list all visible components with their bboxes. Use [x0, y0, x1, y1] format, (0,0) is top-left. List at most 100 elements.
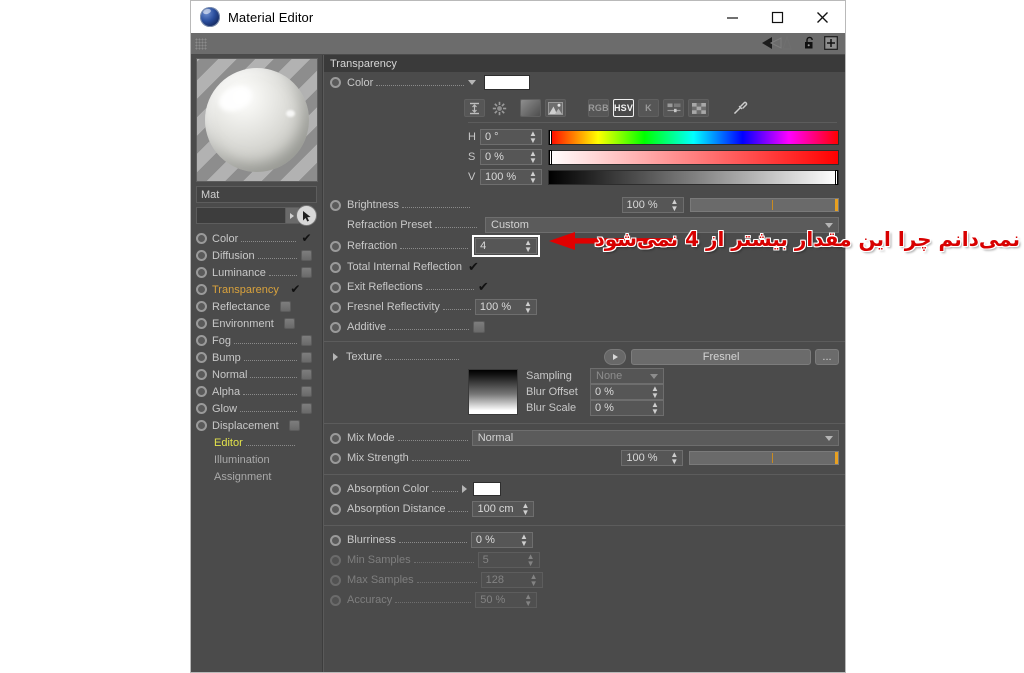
texture-arrow-button[interactable]	[604, 348, 627, 365]
stepper-icon[interactable]: ▲ ▼	[522, 239, 536, 254]
material-path-field[interactable]	[196, 207, 286, 224]
page-editor[interactable]: Editor	[191, 434, 322, 451]
channel-radio-icon[interactable]	[196, 352, 207, 363]
stepper-icon[interactable]: ▲ ▼	[527, 170, 541, 185]
page-illumination[interactable]: Illumination	[191, 451, 322, 468]
color-swatch[interactable]	[484, 75, 531, 90]
channel-radio-icon[interactable]	[196, 233, 207, 244]
channel-fog[interactable]: Fog	[191, 332, 322, 349]
channel-radio-icon[interactable]	[196, 284, 207, 295]
saturation-input[interactable]: 0 % ▲ ▼	[480, 149, 542, 165]
channel-environment[interactable]: Environment	[191, 315, 322, 332]
refraction-input[interactable]: 4 ▲ ▼	[475, 238, 538, 254]
animate-radio-icon[interactable]	[330, 261, 341, 273]
stepper-icon[interactable]: ▲ ▼	[669, 198, 683, 213]
channel-color[interactable]: Color ✔	[191, 230, 322, 247]
animate-radio-icon[interactable]	[330, 432, 341, 444]
slider-handle[interactable]	[835, 199, 839, 211]
pick-cursor-icon[interactable]	[296, 205, 317, 226]
stepper-icon[interactable]: ▲ ▼	[519, 502, 533, 517]
animate-radio-icon[interactable]	[330, 321, 341, 333]
absorption-color-swatch[interactable]	[472, 482, 501, 496]
check-icon[interactable]: ✔	[300, 232, 313, 244]
animate-radio-icon[interactable]	[330, 452, 341, 464]
animate-radio-icon[interactable]	[330, 503, 341, 515]
expand-triangle-icon[interactable]	[333, 352, 338, 361]
eyedropper-icon[interactable]	[729, 99, 750, 117]
minimize-button[interactable]	[710, 1, 755, 33]
channel-glow[interactable]: Glow	[191, 400, 322, 417]
checkbox-icon[interactable]	[301, 386, 312, 397]
value-slider[interactable]	[548, 169, 839, 185]
refraction-preset-dropdown[interactable]: Custom	[485, 217, 839, 233]
channel-radio-icon[interactable]	[196, 301, 207, 312]
channel-radio-icon[interactable]	[196, 318, 207, 329]
slider-knob[interactable]	[835, 169, 838, 185]
brightness-slider[interactable]	[689, 198, 840, 212]
check-icon[interactable]: ✔	[289, 283, 302, 295]
checkbox-icon[interactable]	[288, 420, 300, 431]
page-assignment[interactable]: Assignment	[191, 468, 322, 485]
channel-transparency[interactable]: Transparency ✔	[191, 281, 322, 298]
back-arrow-icon[interactable]	[761, 36, 782, 51]
mix-strength-slider[interactable]	[689, 451, 839, 465]
rgb-mode-button[interactable]: RGB	[588, 99, 609, 117]
animate-radio-icon[interactable]	[330, 77, 341, 88]
checkbox-icon[interactable]	[301, 403, 312, 414]
chevron-down-icon[interactable]	[650, 373, 658, 379]
slider-knob[interactable]	[549, 149, 552, 165]
swatches-mode-button[interactable]	[688, 99, 709, 117]
lock-icon[interactable]	[803, 36, 819, 51]
channel-radio-icon[interactable]	[196, 335, 207, 346]
channel-radio-icon[interactable]	[196, 369, 207, 380]
channel-normal[interactable]: Normal	[191, 366, 322, 383]
kelvin-mode-button[interactable]: K	[638, 99, 659, 117]
gradient-icon[interactable]	[520, 99, 541, 117]
channel-bump[interactable]: Bump	[191, 349, 322, 366]
channel-radio-icon[interactable]	[196, 420, 207, 431]
channel-radio-icon[interactable]	[196, 250, 207, 261]
checkbox-icon[interactable]	[301, 369, 312, 380]
animate-radio-icon[interactable]	[330, 281, 341, 293]
animate-radio-icon[interactable]	[330, 301, 341, 313]
material-preview[interactable]	[195, 58, 318, 182]
hue-input[interactable]: 0 ° ▲ ▼	[480, 129, 542, 145]
stepper-icon[interactable]: ▲ ▼	[522, 300, 536, 315]
mix-mode-dropdown[interactable]: Normal	[471, 430, 839, 446]
blurriness-input[interactable]: 0 % ▲ ▼	[470, 532, 533, 548]
checkbox-icon[interactable]	[301, 352, 312, 363]
check-icon[interactable]: ✔	[478, 280, 489, 293]
checkbox-icon[interactable]	[301, 267, 312, 278]
additive-checkbox[interactable]	[473, 321, 486, 333]
mix-strength-input[interactable]: 100 % ▲ ▼	[621, 450, 684, 466]
channel-radio-icon[interactable]	[196, 403, 207, 414]
slider-handle[interactable]	[835, 452, 838, 464]
checkbox-icon[interactable]	[280, 301, 292, 312]
channel-radio-icon[interactable]	[196, 267, 207, 278]
material-name-field[interactable]: Mat	[196, 186, 317, 203]
checkbox-icon[interactable]	[301, 335, 312, 346]
sampling-dropdown[interactable]: None	[590, 368, 664, 384]
value-input[interactable]: 100 % ▲ ▼	[480, 169, 542, 185]
channel-radio-icon[interactable]	[196, 386, 207, 397]
fresnel-reflectivity-input[interactable]: 100 % ▲ ▼	[474, 299, 537, 315]
image-picker-icon[interactable]	[545, 99, 566, 117]
brightness-input[interactable]: 100 % ▲ ▼	[621, 197, 684, 213]
chevron-down-icon[interactable]	[825, 435, 833, 441]
grip-handle-icon[interactable]	[195, 37, 207, 50]
checkbox-icon[interactable]	[283, 318, 295, 329]
animate-radio-icon[interactable]	[330, 240, 341, 252]
color-wheel-icon[interactable]	[489, 99, 510, 117]
chevron-down-icon[interactable]	[825, 222, 833, 228]
animate-radio-icon[interactable]	[330, 534, 341, 546]
texture-more-button[interactable]: ...	[815, 348, 840, 365]
color-expand-icon[interactable]	[468, 80, 477, 85]
saturation-slider[interactable]	[548, 149, 839, 165]
add-icon[interactable]	[824, 36, 840, 51]
channel-reflectance[interactable]: Reflectance	[191, 298, 322, 315]
stepper-icon[interactable]: ▲ ▼	[518, 533, 532, 548]
close-button[interactable]	[800, 1, 845, 33]
animate-radio-icon[interactable]	[330, 483, 341, 495]
stepper-icon[interactable]: ▲ ▼	[649, 401, 663, 416]
expand-triangle-icon[interactable]	[461, 485, 467, 493]
